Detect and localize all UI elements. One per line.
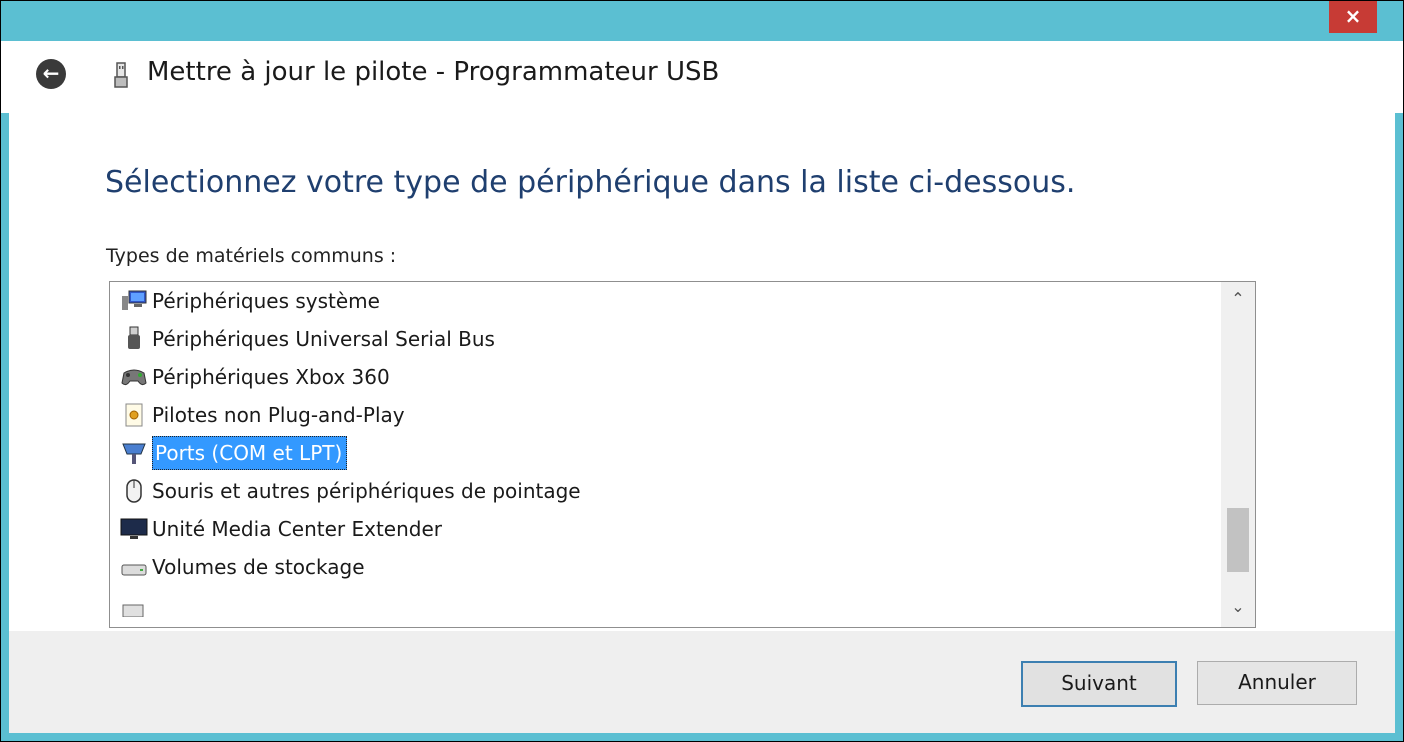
content-area: Sélectionnez votre type de périphérique … <box>9 113 1395 631</box>
close-button[interactable]: × <box>1329 1 1377 33</box>
system-devices-icon <box>120 288 148 314</box>
list-scrollbar[interactable]: ⌃ ⌄ <box>1221 282 1255 627</box>
list-item-xbox[interactable]: Périphériques Xbox 360 <box>120 360 390 394</box>
partial-item-icon <box>120 592 148 618</box>
back-button[interactable]: ← <box>36 59 66 89</box>
chevron-up-icon: ⌃ <box>1231 289 1245 308</box>
gear-document-icon <box>120 402 148 428</box>
port-icon <box>120 440 148 466</box>
list-item-ports[interactable]: Ports (COM et LPT) <box>120 436 348 470</box>
list-item-peripheriques-systeme[interactable]: Périphériques système <box>120 284 380 318</box>
page-heading: Sélectionnez votre type de périphérique … <box>105 165 1076 200</box>
list-item-storage[interactable]: Volumes de stockage <box>120 550 365 584</box>
list-item-label: Ports (COM et LPT) <box>152 436 348 470</box>
list-item-mouse[interactable]: Souris et autres périphériques de pointa… <box>120 474 581 508</box>
monitor-icon <box>120 516 148 542</box>
device-type-list[interactable]: Périphériques système Périphériques Univ… <box>109 281 1256 628</box>
usb-device-icon <box>114 62 128 88</box>
button-bar: Suivant Annuler <box>9 631 1395 733</box>
scroll-up-button[interactable]: ⌃ <box>1221 284 1255 314</box>
mouse-icon <box>120 478 148 504</box>
list-item-label: Unité Media Center Extender <box>152 517 442 541</box>
usb-plug-icon <box>120 326 148 352</box>
list-item-partial[interactable] <box>120 588 152 622</box>
scroll-down-button[interactable]: ⌄ <box>1221 592 1255 622</box>
title-bar: ← Mettre à jour le pilote - Programmateu… <box>1 41 1403 113</box>
list-item-label: Pilotes non Plug-and-Play <box>152 403 405 427</box>
list-item-label: Volumes de stockage <box>152 555 365 579</box>
cancel-button[interactable]: Annuler <box>1197 661 1357 705</box>
list-item-label: Périphériques système <box>152 289 380 313</box>
list-label: Types de matériels communs : <box>106 245 397 267</box>
list-item-usb[interactable]: Périphériques Universal Serial Bus <box>120 322 495 356</box>
next-button[interactable]: Suivant <box>1021 661 1177 707</box>
list-item-media-center[interactable]: Unité Media Center Extender <box>120 512 442 546</box>
drive-icon <box>120 554 148 580</box>
list-item-label: Périphériques Xbox 360 <box>152 365 390 389</box>
dialog-window: × ← Mettre à jour le pilote - Programmat… <box>0 0 1404 742</box>
chevron-down-icon: ⌄ <box>1231 597 1245 616</box>
scroll-thumb[interactable] <box>1227 508 1249 572</box>
back-arrow-icon: ← <box>42 61 60 85</box>
window-title: Mettre à jour le pilote - Programmateur … <box>147 57 720 87</box>
list-item-label: Périphériques Universal Serial Bus <box>152 327 495 351</box>
gamepad-icon <box>120 364 148 390</box>
list-item-label: Souris et autres périphériques de pointa… <box>152 479 581 503</box>
list-item-non-pnp[interactable]: Pilotes non Plug-and-Play <box>120 398 405 432</box>
